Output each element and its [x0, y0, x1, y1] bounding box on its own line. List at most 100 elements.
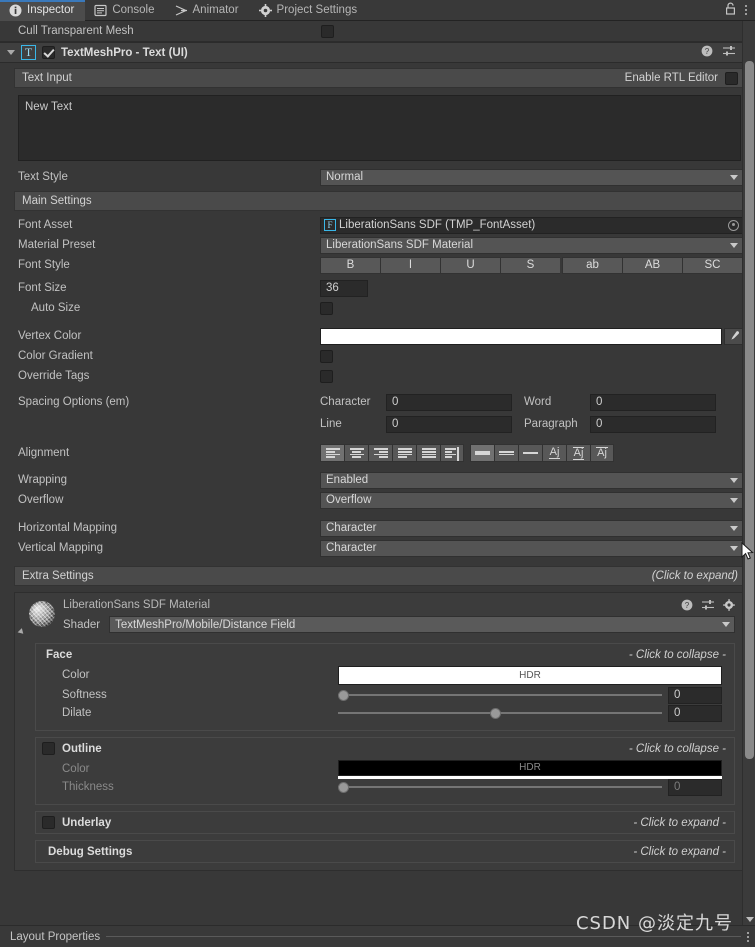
underlay-panel[interactable]: Underlay - Click to expand - — [35, 811, 735, 834]
outline-header[interactable]: Outline - Click to collapse - — [36, 738, 734, 759]
preset-icon[interactable] — [702, 599, 714, 614]
face-dilate-slider[interactable] — [338, 705, 662, 722]
vertex-color-swatch[interactable] — [320, 327, 722, 345]
face-dilate-input[interactable]: 0 — [668, 704, 722, 722]
underlay-header[interactable]: Underlay - Click to expand - — [36, 812, 734, 833]
chevron-down-icon[interactable] — [7, 50, 15, 55]
material-preset-value: LiberationSans SDF Material — [326, 239, 474, 251]
tab-project-settings[interactable]: Project Settings — [250, 0, 369, 21]
overflow-row: Overflow Overflow — [0, 490, 755, 510]
chevron-right-icon[interactable] — [17, 628, 26, 636]
section-text-input[interactable]: Text Input Enable RTL Editor — [14, 68, 745, 88]
font-style-italic[interactable]: I — [380, 256, 440, 274]
vertical-mapping-row: Vertical Mapping Character — [0, 538, 755, 558]
face-softness-slider[interactable] — [338, 687, 662, 704]
valign-top-icon[interactable] — [470, 444, 494, 462]
spacing-paragraph-label: Paragraph — [524, 418, 578, 430]
eyedropper-icon[interactable] — [724, 327, 743, 345]
component-header[interactable]: T TextMeshPro - Text (UI) ? — [0, 42, 755, 63]
section-extra-settings-label: Extra Settings — [22, 570, 94, 582]
align-flush-icon[interactable] — [416, 444, 440, 462]
chevron-down-icon — [722, 622, 730, 627]
font-style-smallcaps[interactable]: SC — [682, 256, 743, 274]
valign-middle-icon[interactable] — [494, 444, 518, 462]
chevron-down-icon — [730, 174, 738, 180]
tab-animator[interactable]: Animator — [166, 0, 250, 21]
outline-thickness-input[interactable]: 0 — [668, 778, 722, 796]
chevron-down-icon[interactable] — [746, 917, 754, 922]
horizontal-mapping-dropdown[interactable]: Character — [320, 519, 743, 537]
material-preset-dropdown[interactable]: LiberationSans SDF Material — [320, 236, 743, 254]
auto-size-checkbox[interactable] — [320, 301, 333, 315]
face-color-swatch[interactable]: HDR — [338, 665, 722, 685]
color-gradient-checkbox[interactable] — [320, 349, 333, 363]
align-right-icon[interactable] — [368, 444, 392, 462]
tab-console[interactable]: Console — [85, 0, 165, 21]
material-preset-label: Material Preset — [18, 239, 96, 251]
face-header[interactable]: Face - Click to collapse - — [36, 644, 734, 665]
valign-capline-icon[interactable]: Aj — [590, 444, 614, 462]
help-icon[interactable]: ? — [701, 45, 713, 60]
font-asset-field[interactable]: F LiberationSans SDF (TMP_FontAsset) — [320, 216, 743, 234]
section-main-settings[interactable]: Main Settings — [14, 191, 745, 211]
layout-properties-label: Layout Properties — [10, 930, 101, 943]
section-extra-settings[interactable]: Extra Settings (Click to expand) — [14, 566, 745, 586]
debug-settings-panel[interactable]: Debug Settings - Click to expand - — [35, 840, 735, 863]
override-tags-row: Override Tags — [0, 366, 755, 386]
gear-icon[interactable] — [723, 599, 735, 614]
font-style-toggle-group: B I U S ab AB SC — [320, 256, 743, 274]
face-softness-input[interactable]: 0 — [668, 686, 722, 704]
cull-transparent-mesh-row: Cull Transparent Mesh — [0, 21, 755, 42]
font-style-strikethrough[interactable]: S — [500, 256, 560, 274]
tab-inspector[interactable]: Inspector — [0, 0, 86, 21]
object-picker-icon[interactable] — [728, 219, 739, 231]
override-tags-checkbox[interactable] — [320, 369, 333, 383]
vertical-mapping-dropdown[interactable]: Character — [320, 539, 743, 557]
spacing-paragraph-input[interactable]: 0 — [590, 415, 716, 433]
spacing-line-input[interactable]: 0 — [386, 415, 512, 433]
tab-console-label: Console — [112, 4, 155, 16]
kebab-menu-icon[interactable] — [745, 5, 747, 15]
scrollbar-thumb[interactable] — [745, 61, 754, 759]
align-justified-icon[interactable] — [392, 444, 416, 462]
wrapping-dropdown[interactable]: Enabled — [320, 471, 743, 489]
debug-settings-header[interactable]: Debug Settings - Click to expand - — [36, 841, 734, 862]
font-style-lowercase[interactable]: ab — [562, 256, 622, 274]
overflow-dropdown[interactable]: Overflow — [320, 491, 743, 509]
valign-midline-icon[interactable]: Aj — [566, 444, 590, 462]
face-softness-row: Softness 0 — [36, 685, 734, 705]
vertical-scrollbar[interactable] — [742, 21, 755, 925]
text-style-dropdown[interactable]: Normal — [320, 168, 743, 186]
outline-enabled-checkbox[interactable] — [42, 742, 55, 755]
shader-dropdown[interactable]: TextMeshPro/Mobile/Distance Field — [109, 616, 735, 633]
cull-transparent-mesh-checkbox[interactable] — [321, 24, 334, 38]
outline-color-swatch[interactable]: HDR — [338, 759, 722, 779]
lock-icon[interactable] — [725, 2, 736, 18]
text-input-textarea[interactable]: New Text — [18, 95, 741, 161]
font-style-bold[interactable]: B — [320, 256, 380, 274]
spacing-character-input[interactable]: 0 — [386, 393, 512, 411]
font-size-input[interactable]: 36 — [320, 279, 368, 297]
outline-color-hdr-label: HDR — [519, 762, 541, 773]
align-geometry-icon[interactable] — [440, 444, 464, 462]
preset-icon[interactable] — [723, 45, 735, 60]
cull-transparent-mesh-label: Cull Transparent Mesh — [18, 25, 134, 37]
outline-thickness-slider[interactable] — [338, 779, 662, 796]
kebab-menu-icon[interactable] — [747, 931, 749, 942]
component-enabled-checkbox[interactable] — [42, 46, 55, 59]
font-style-underline[interactable]: U — [440, 256, 500, 274]
font-style-uppercase[interactable]: AB — [622, 256, 682, 274]
rtl-editor-checkbox[interactable] — [725, 71, 738, 85]
layout-properties-bar[interactable]: Layout Properties — [0, 925, 755, 947]
valign-baseline-icon[interactable]: Aj — [542, 444, 566, 462]
rtl-editor-group: Enable RTL Editor — [625, 71, 738, 85]
face-color-hdr-label: HDR — [519, 669, 541, 681]
spacing-word-input[interactable]: 0 — [590, 393, 716, 411]
tab-bar: Inspector Console Animator Project Setti… — [0, 0, 755, 21]
tab-animator-label: Animator — [192, 4, 239, 16]
align-left-icon[interactable] — [320, 444, 344, 462]
align-center-icon[interactable] — [344, 444, 368, 462]
underlay-enabled-checkbox[interactable] — [42, 816, 55, 829]
help-icon[interactable]: ? — [681, 599, 693, 614]
valign-bottom-icon[interactable] — [518, 444, 542, 462]
